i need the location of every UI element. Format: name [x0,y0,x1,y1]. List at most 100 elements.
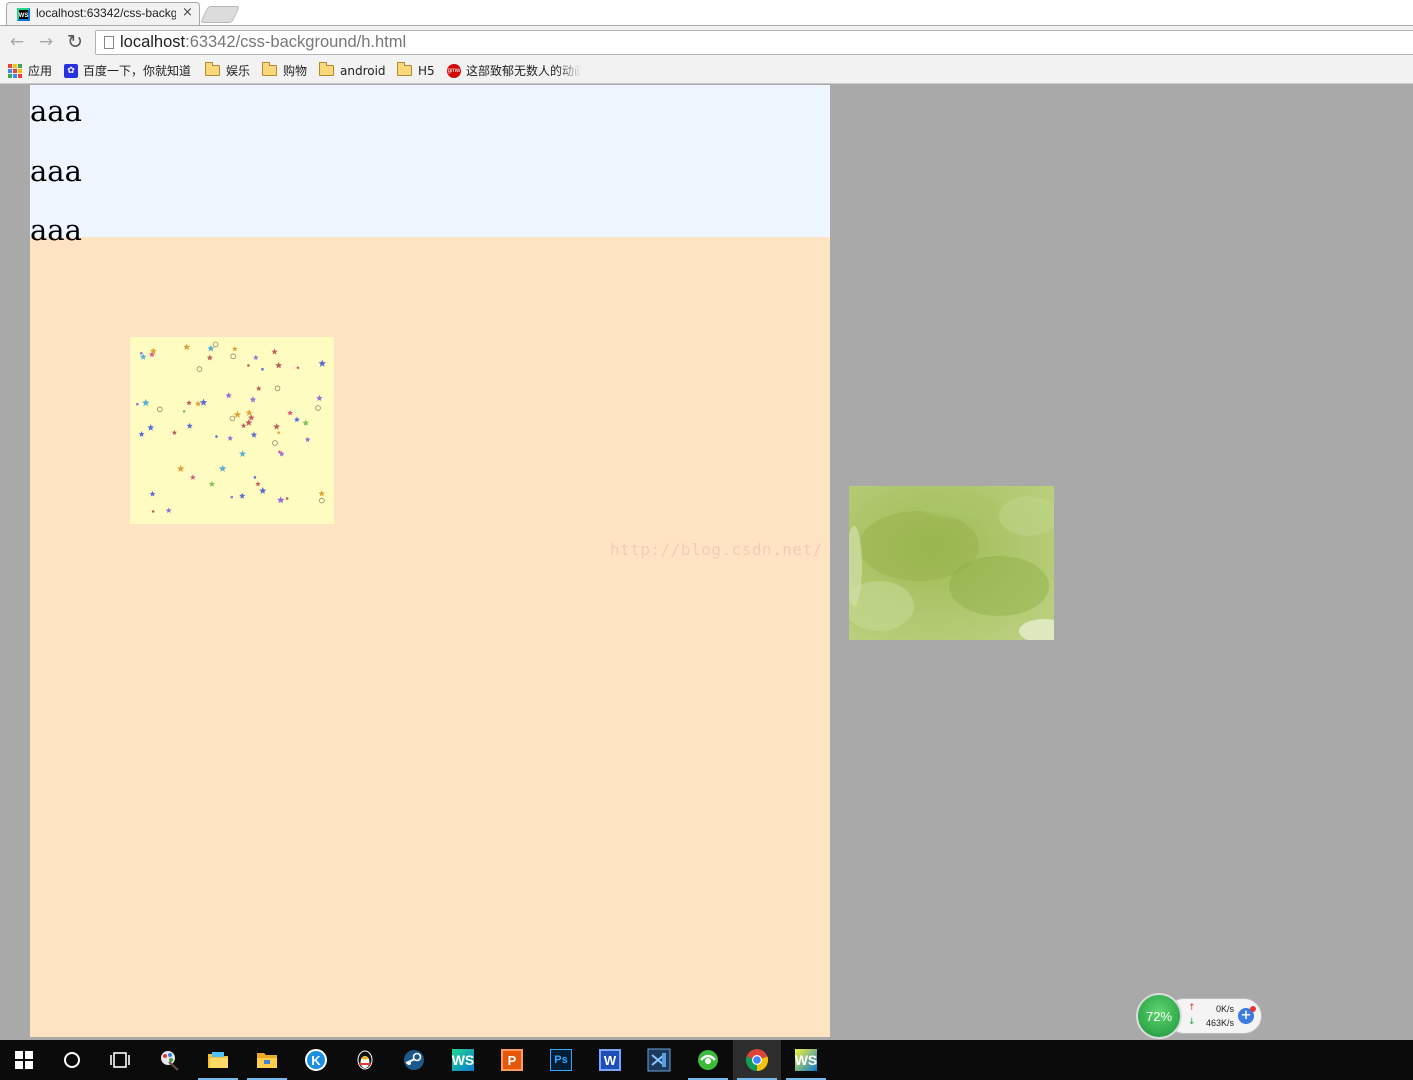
star-shape [186,422,193,429]
search-circle-icon [64,1052,80,1068]
taskbar-green-browser[interactable] [684,1040,732,1080]
dot-shape [296,366,300,370]
star-shape [277,496,285,504]
stars-pattern [136,341,326,513]
star-shape [149,347,157,354]
page-background-margin [0,85,30,1040]
word-icon: W [599,1049,621,1071]
tab-title: localhost:63342/css-background/h.html [36,6,176,20]
baidu-paw-icon: ✿ [64,63,78,78]
tab-close-icon[interactable]: × [182,5,193,20]
star-shape [316,394,323,401]
kugou-icon: K [305,1049,327,1071]
task-view-button[interactable] [96,1040,144,1080]
bookmark-folder-h5[interactable]: H5 [397,58,435,83]
bookmark-folder-yule[interactable]: 娱乐 [205,58,250,83]
taskbar-word[interactable]: W [586,1040,634,1080]
taskbar-steam[interactable] [390,1040,438,1080]
taskbar-webstorm-app[interactable]: WS [782,1040,830,1080]
start-button[interactable] [0,1040,48,1080]
bookmark-gmw[interactable]: gmw 这部致郁无数人的动画 [447,58,581,83]
star-shape [245,409,253,416]
forward-arrow-icon[interactable]: → [36,32,56,52]
dot-shape [151,510,155,513]
back-arrow-icon[interactable]: ← [7,32,27,52]
swirl-shape [274,385,281,392]
star-shape [208,480,215,487]
page-icon [104,36,114,49]
bookmark-label: 购物 [283,64,308,78]
green-browser-icon [698,1050,718,1070]
page-body-div: aaa aaa aaa http://blog.csdn.net/ [30,85,830,1037]
powerpoint-icon: P [501,1049,523,1071]
star-shape [255,481,261,487]
taskbar-paint[interactable] [145,1040,193,1080]
browser-tab[interactable]: WS localhost:63342/css-background/h.html… [6,2,200,25]
address-bar[interactable]: localhost:63342/css-background/h.html [95,30,1413,55]
taskbar-chrome[interactable] [733,1040,781,1080]
top-text-div [30,85,830,237]
text-line: aaa [30,94,82,128]
url-text[interactable]: localhost:63342/css-background/h.html [120,33,406,52]
taskbar-explorer[interactable] [194,1040,242,1080]
task-view-icon [110,1052,130,1068]
star-shape [231,346,238,352]
swirl-shape [156,406,163,413]
folder-icon [262,62,277,76]
taskbar-qq[interactable] [341,1040,389,1080]
star-shape [240,423,247,429]
upload-arrow-icon: ↑ [1188,1003,1196,1013]
dot-shape [247,364,250,367]
star-shape [177,464,185,472]
bookmarks-bar: 应用 ✿ 百度一下，你就知道 娱乐 购物 android H5 gmw 这部致郁… [0,58,1413,84]
dot-shape [139,351,143,355]
bookmark-folder-android[interactable]: android [319,58,386,83]
star-shape [245,419,253,426]
star-shape [142,398,150,406]
tab-strip: WS localhost:63342/css-background/h.html… [0,0,1413,26]
file-manager-icon [257,1053,277,1068]
bookmark-folder-gouwu[interactable]: 购物 [262,58,307,83]
reload-icon[interactable]: ↻ [65,32,85,52]
bookmark-baidu[interactable]: ✿ 百度一下，你就知道 [64,58,191,83]
bookmark-label: 百度一下，你就知道 [83,64,192,78]
new-tab-button[interactable] [200,6,240,23]
star-shape [304,436,311,443]
search-button[interactable] [48,1040,96,1080]
dot-shape [136,402,139,406]
accelerate-plus-icon[interactable]: + [1238,1006,1256,1024]
star-shape [294,416,300,423]
steam-icon [404,1050,424,1070]
star-shape [171,429,178,435]
taskbar-kugou[interactable]: K [292,1040,340,1080]
star-shape [302,419,310,426]
webstorm-app-icon: WS [795,1049,817,1071]
star-shape [218,464,227,472]
swirl-shape [212,341,219,348]
taskbar-powerpoint[interactable]: P [488,1040,536,1080]
paint-icon [161,1051,179,1071]
taskbar-webstorm[interactable]: WS [439,1040,487,1080]
bookmark-label: 娱乐 [226,64,251,78]
memory-usage-ball[interactable]: 72% [1136,993,1182,1039]
bookmark-apps[interactable]: 应用 [8,58,52,83]
taskbar-photoshop[interactable]: Ps [537,1040,585,1080]
taskbar-file-manager[interactable] [243,1040,291,1080]
bookmark-label: android [340,63,386,78]
dot-shape [285,497,289,500]
star-shape [165,507,172,513]
taskbar-visual-studio[interactable] [635,1040,683,1080]
download-arrow-icon: ↓ [1188,1017,1196,1027]
star-shape [271,348,278,355]
star-shape [225,392,232,399]
bookmark-label: 应用 [28,64,53,78]
url-host: localhost [120,33,186,51]
gmw-logo-icon: gmw [447,63,461,78]
star-shape [183,343,191,351]
csdn-watermark: http://blog.csdn.net/ [610,540,823,559]
network-speed-widget[interactable]: 72% ↑ 0K/s ↓ 463K/s + [1136,993,1264,1039]
dot-shape [261,367,264,371]
star-shape [253,354,259,361]
swirl-shape [230,353,237,360]
star-shape [147,424,155,431]
